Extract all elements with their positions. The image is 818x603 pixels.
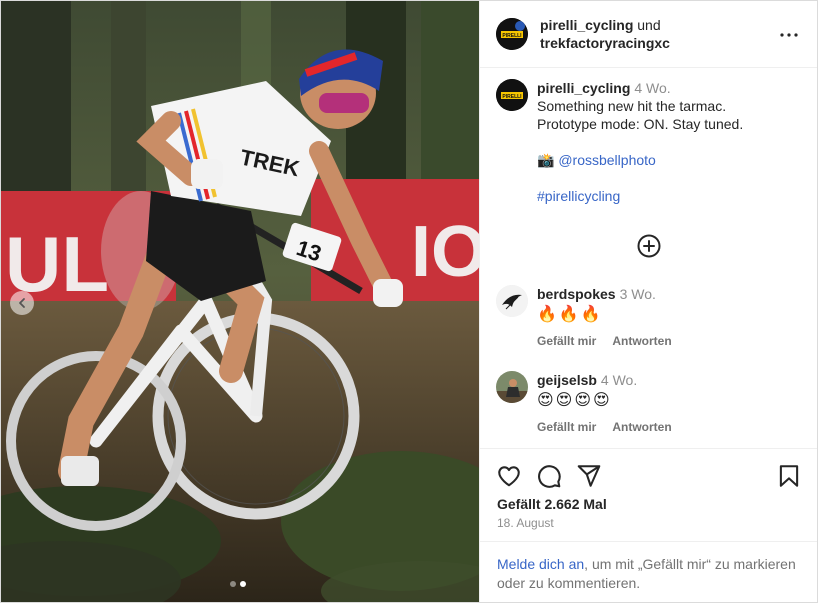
post-actions [496, 463, 802, 489]
commenter-avatar[interactable] [496, 371, 528, 403]
post-photo[interactable]: UL IO TREK 13 [1, 1, 479, 602]
carousel-prev-button[interactable] [10, 291, 34, 315]
login-prompt: Melde dich an, um mit „Gefällt mir“ zu m… [497, 555, 797, 593]
post-caption: PIRELLI pirelli_cycling 4 Wo. Something n… [496, 79, 802, 205]
instagram-post: UL IO TREK 13 PIRELLI pirelli_cycling un… [0, 0, 818, 603]
comment-like-button[interactable]: Gefällt mir [537, 418, 596, 436]
pirelli-logo-icon: PIRELLI [496, 79, 528, 111]
post-sidebar: PIRELLI pirelli_cycling und trekfactoryr… [479, 1, 817, 602]
comment-username[interactable]: berdspokes [537, 286, 616, 302]
svg-text:PIRELLI: PIRELLI [502, 94, 522, 100]
comment-text: 🔥🔥🔥 [537, 306, 603, 323]
bookmark-icon [779, 465, 799, 487]
comment-like-button[interactable]: Gefällt mir [537, 332, 596, 350]
comment-item: geijselsb 4 Wo. 😍😍😍😍 Gefällt mir Antworte… [496, 371, 802, 436]
send-icon [577, 465, 601, 487]
caption-username[interactable]: pirelli_cycling [537, 80, 630, 96]
post-authors: pirelli_cycling und trekfactoryracingxc [540, 16, 670, 52]
comment-text: 😍😍😍😍 [537, 392, 612, 409]
pirelli-avatar[interactable]: PIRELLI [496, 18, 528, 50]
caption-time[interactable]: 4 Wo. [634, 80, 670, 96]
heart-icon [498, 466, 520, 487]
save-button[interactable] [776, 463, 802, 489]
svg-text:IO: IO [411, 212, 479, 292]
share-button[interactable] [576, 463, 602, 489]
more-options-button[interactable] [779, 25, 799, 45]
comment-reply-button[interactable]: Antworten [612, 332, 671, 350]
photographer-mention-link[interactable]: @rossbellphoto [558, 152, 656, 168]
chevron-left-icon [19, 298, 25, 308]
svg-text:PIRELLI: PIRELLI [502, 33, 522, 39]
post-header: PIRELLI pirelli_cycling und trekfactoryr… [480, 1, 817, 68]
comment-time[interactable]: 4 Wo. [601, 372, 637, 388]
comment-time[interactable]: 3 Wo. [620, 286, 656, 302]
section-divider [480, 448, 817, 449]
carousel-dot-active [240, 581, 246, 587]
login-link[interactable]: Melde dich an [497, 556, 584, 572]
camera-emoji: 📸 [537, 152, 555, 168]
comment-button[interactable] [536, 463, 562, 489]
likes-count[interactable]: Gefällt 2.662 Mal [497, 496, 607, 512]
comment-username[interactable]: geijselsb [537, 372, 597, 388]
like-button[interactable] [496, 463, 522, 489]
caption-line-2: Prototype mode: ON. Stay tuned. [537, 116, 744, 132]
user-photo-icon [496, 371, 528, 403]
caption-line-1: Something new hit the tarmac. [537, 98, 727, 114]
cyclist-photo: UL IO TREK 13 [1, 1, 479, 602]
account-username[interactable]: pirelli_cycling [540, 17, 633, 33]
comment-item: berdspokes 3 Wo. 🔥🔥🔥 Gefällt mir Antworte… [496, 285, 802, 350]
comment-reply-button[interactable]: Antworten [612, 418, 671, 436]
carousel-dot [230, 581, 236, 587]
load-more-comments-button[interactable] [637, 234, 661, 258]
hashtag-link[interactable]: #pirellicycling [537, 188, 620, 204]
pirelli-logo-icon: PIRELLI [496, 18, 528, 50]
carousel-indicator [230, 581, 246, 587]
more-horizontal-icon [780, 33, 798, 37]
plus-circle-icon [637, 234, 661, 258]
caption-avatar[interactable]: PIRELLI [496, 79, 528, 111]
collaborator-username[interactable]: trekfactoryracingxc [540, 34, 670, 52]
commenter-avatar[interactable] [496, 285, 528, 317]
comment-icon [538, 465, 561, 488]
post-date[interactable]: 18. August [497, 516, 554, 530]
section-divider [480, 541, 817, 542]
authors-connector: und [637, 17, 661, 33]
bird-logo-icon [496, 285, 528, 317]
